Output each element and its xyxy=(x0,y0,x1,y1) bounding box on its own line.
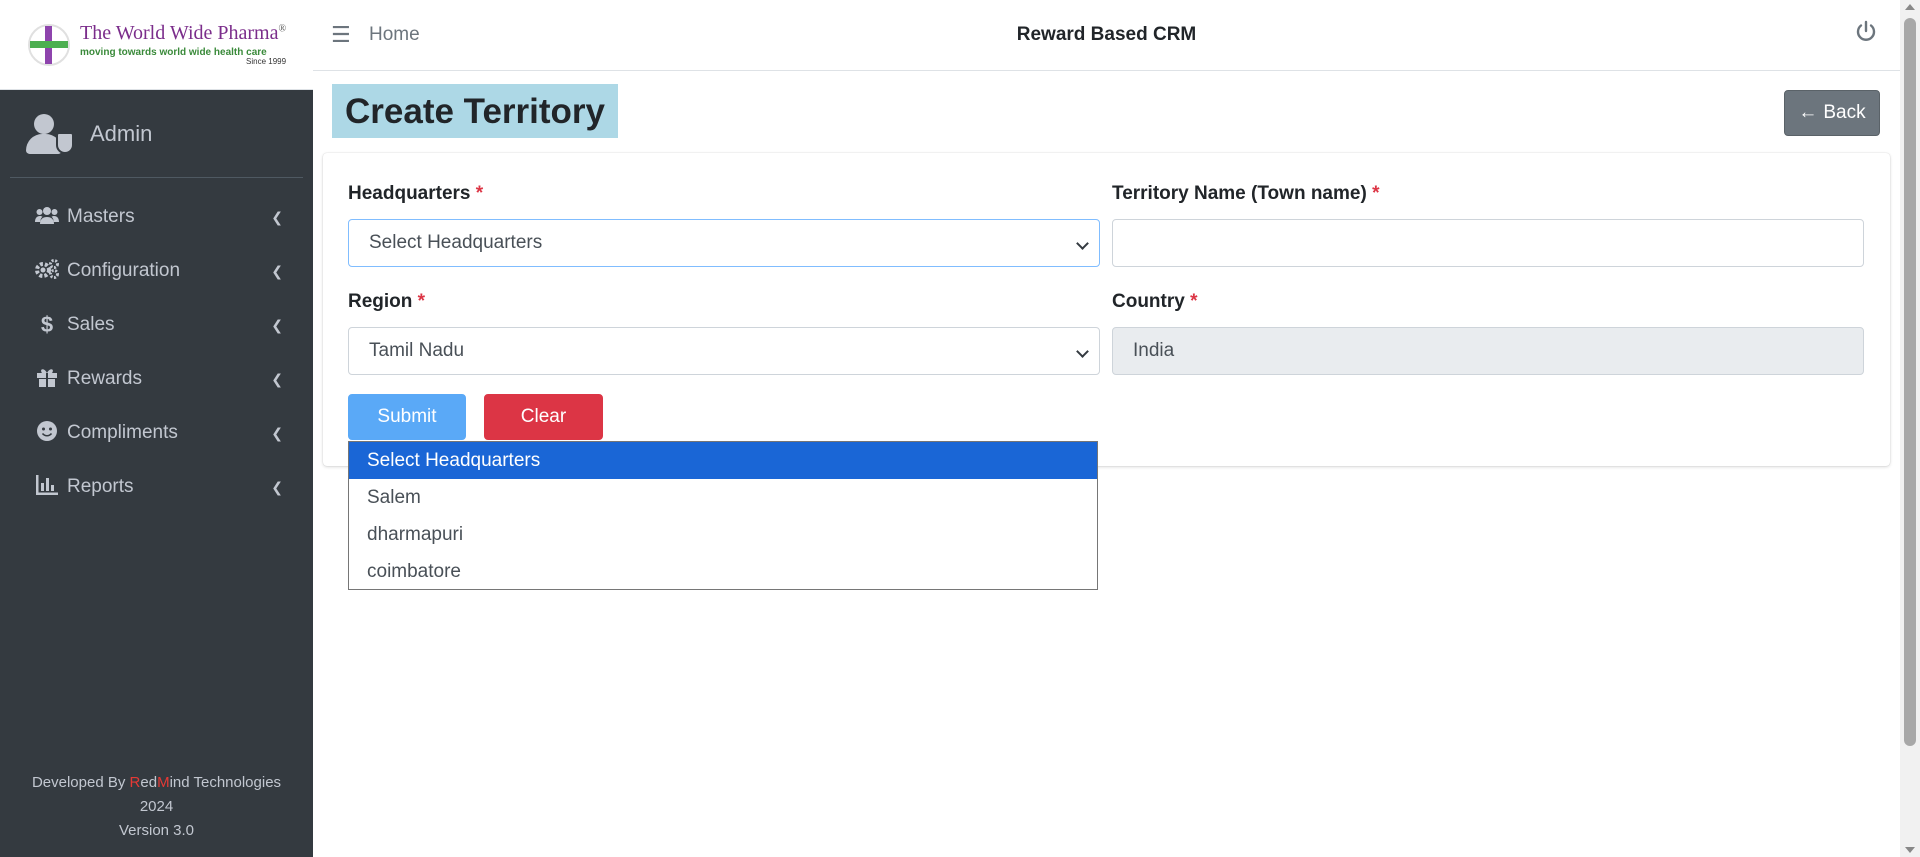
sidebar-nav: Masters ❮ Configuration ❮ $ Sales ❮ Rewa… xyxy=(0,190,313,514)
headquarters-dropdown-list: Select Headquarters Salem dharmapuri coi… xyxy=(348,441,1098,590)
region-label: Region * xyxy=(348,291,426,312)
sidebar-item-reports[interactable]: Reports ❮ xyxy=(0,460,313,514)
scroll-up-arrow-icon[interactable] xyxy=(1905,4,1915,10)
gears-icon xyxy=(33,258,61,284)
dropdown-option[interactable]: Salem xyxy=(349,479,1097,516)
scroll-thumb[interactable] xyxy=(1904,18,1916,746)
footer-version: Version 3.0 xyxy=(118,822,195,839)
headquarters-label: Headquarters * xyxy=(348,183,484,204)
chevron-down-icon xyxy=(1076,345,1089,358)
page-title: Create Territory xyxy=(332,84,619,138)
submit-button[interactable]: Submit xyxy=(348,394,466,440)
smile-icon xyxy=(33,420,61,446)
user-shield-icon xyxy=(26,112,78,156)
hamburger-menu-icon[interactable]: ☰ xyxy=(331,22,351,48)
chevron-left-icon: ❮ xyxy=(271,424,283,441)
sidebar-footer: Developed By RedMind Technologies 2024 V… xyxy=(0,771,313,843)
sidebar-item-masters[interactable]: Masters ❮ xyxy=(0,190,313,244)
chevron-left-icon: ❮ xyxy=(271,262,283,279)
sidebar-item-compliments[interactable]: Compliments ❮ xyxy=(0,406,313,460)
dropdown-option[interactable]: Select Headquarters xyxy=(349,442,1097,479)
back-button[interactable]: ← Back xyxy=(1784,90,1880,136)
chevron-left-icon: ❮ xyxy=(271,316,283,333)
arrow-left-icon: ← xyxy=(1798,102,1818,123)
brand-since: Since 1999 xyxy=(246,57,287,67)
sidebar: The World Wide Pharma® moving towards wo… xyxy=(0,0,313,857)
dropdown-option[interactable]: coimbatore xyxy=(349,553,1097,590)
clear-button[interactable]: Clear xyxy=(484,394,603,440)
region-select[interactable]: Tamil Nadu xyxy=(348,327,1100,375)
page-scrollbar[interactable] xyxy=(1900,0,1920,857)
sidebar-item-configuration[interactable]: Configuration ❮ xyxy=(0,244,313,298)
chevron-left-icon: ❮ xyxy=(271,208,283,225)
user-panel[interactable]: Admin xyxy=(10,90,303,178)
dropdown-option[interactable]: dharmapuri xyxy=(349,516,1097,553)
sidebar-item-sales[interactable]: $ Sales ❮ xyxy=(0,298,313,352)
chevron-left-icon: ❮ xyxy=(271,370,283,387)
headquarters-select[interactable]: Select Headquarters xyxy=(348,219,1100,267)
sidebar-item-rewards[interactable]: Rewards ❮ xyxy=(0,352,313,406)
bar-chart-icon xyxy=(33,474,61,500)
chevron-down-icon xyxy=(1076,237,1089,250)
power-logout-icon[interactable] xyxy=(1854,20,1878,44)
gift-icon xyxy=(33,367,61,392)
home-link[interactable]: Home xyxy=(369,24,420,46)
pharma-cross-icon xyxy=(26,22,72,68)
top-navbar: ☰ Home Reward Based CRM xyxy=(313,0,1900,71)
chevron-left-icon: ❮ xyxy=(271,478,283,495)
country-label: Country * xyxy=(1112,291,1198,312)
users-icon xyxy=(33,206,61,229)
country-input: India xyxy=(1112,327,1864,375)
scroll-down-arrow-icon[interactable] xyxy=(1905,847,1915,853)
territory-name-input[interactable] xyxy=(1112,219,1864,267)
territory-name-label: Territory Name (Town name) * xyxy=(1112,183,1380,204)
footer-year: 2024 xyxy=(139,798,174,815)
app-title: Reward Based CRM xyxy=(1016,24,1197,45)
brand-name: The World Wide Pharma® xyxy=(80,22,287,45)
developer-credit: Developed By RedMind Technologies xyxy=(31,774,282,791)
brand-text: The World Wide Pharma® moving towards wo… xyxy=(80,22,286,67)
user-name: Admin xyxy=(90,120,153,146)
brand-logo[interactable]: The World Wide Pharma® moving towards wo… xyxy=(0,0,313,90)
dollar-icon: $ xyxy=(40,312,54,337)
